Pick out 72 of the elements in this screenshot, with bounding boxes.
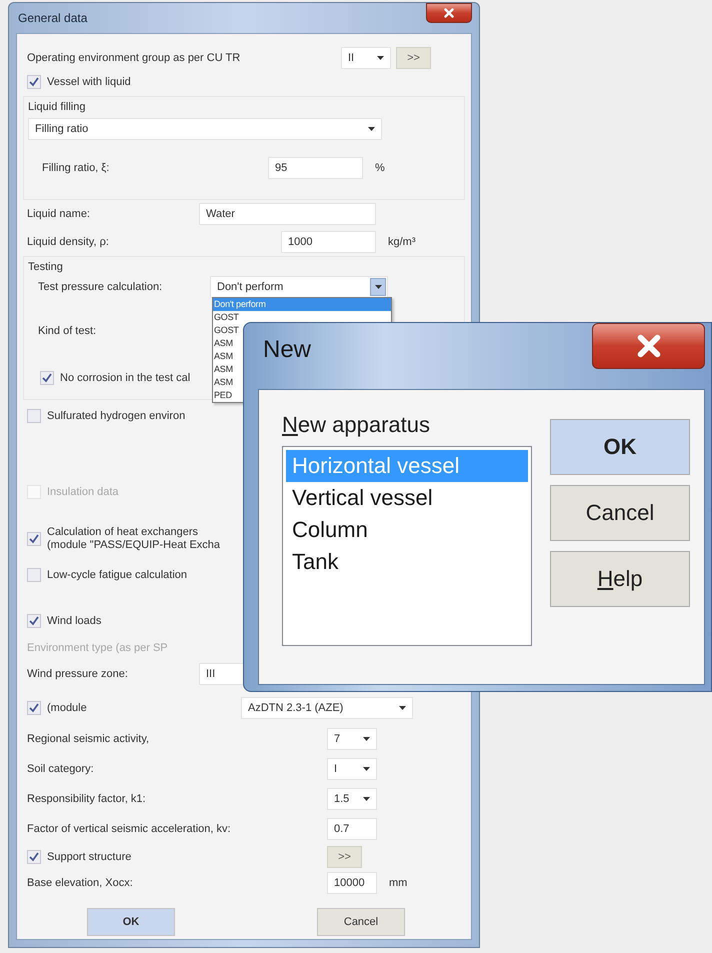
input-field[interactable]: 10000 — [327, 872, 377, 894]
dialog-button[interactable]: OK — [550, 419, 690, 475]
checkbox-label: No corrosion in the test cal — [60, 372, 190, 384]
checkbox-label: Support structure — [47, 851, 132, 863]
window-title: General data — [17, 11, 88, 25]
more-button[interactable]: >> — [327, 846, 362, 868]
value-select[interactable]: I — [327, 758, 377, 780]
dropdown-arrow-icon — [374, 285, 382, 289]
field-label: Wind pressure zone: — [27, 668, 129, 680]
checkbox[interactable] — [27, 701, 41, 715]
checkbox-label: Calculation of heat exchangers (module "PASS/EQUIP-Heat Excha — [47, 526, 220, 552]
value-select[interactable]: 7 — [327, 728, 377, 750]
window-title: New — [263, 336, 312, 364]
checkbox-label: Low-cycle fatigue calculation — [47, 569, 188, 581]
checkbox[interactable] — [27, 75, 41, 89]
close-icon — [636, 334, 660, 358]
dropdown-arrow-icon — [363, 737, 370, 741]
value-select[interactable]: 1.5 — [327, 788, 377, 810]
dropdown-arrow-icon — [363, 797, 370, 801]
dialog-button[interactable]: Cancel — [550, 485, 690, 541]
checkbox[interactable] — [27, 850, 41, 864]
unit-label: % — [375, 162, 385, 174]
field-label: Operating environment group as per CU TR — [27, 52, 242, 64]
dropdown-arrow-icon — [368, 127, 375, 131]
unit-label: mm — [389, 877, 408, 889]
list-item[interactable]: Tank — [286, 546, 528, 578]
field-label: Kind of test: — [38, 325, 96, 337]
checkbox-label: Insulation data — [47, 486, 119, 498]
more-button[interactable]: >> — [396, 47, 431, 69]
close-button[interactable] — [592, 323, 705, 369]
field-label: Regional seismic activity, — [27, 733, 150, 745]
input-field[interactable]: 95 — [268, 157, 363, 179]
list-item[interactable]: Vertical vessel — [286, 482, 528, 514]
field-label: Liquid name: — [27, 208, 91, 220]
checkbox[interactable] — [40, 371, 54, 385]
input-field[interactable]: 0.7 — [327, 818, 377, 840]
dropdown-arrow-icon — [377, 56, 384, 60]
checkbox[interactable] — [27, 532, 41, 546]
seismic-norm-select[interactable]: AzDTN 2.3-1 (AZE) — [241, 697, 413, 719]
close-button[interactable] — [426, 3, 472, 23]
checkbox-label: Vessel with liquid — [47, 76, 131, 88]
group-title: Liquid filling — [28, 100, 86, 115]
input-field[interactable]: 1000 — [281, 231, 376, 253]
checkbox-label: Sulfurated hydrogen environ — [47, 410, 186, 422]
list-label: New apparatus — [282, 412, 431, 439]
field-label: Test pressure calculation: — [38, 281, 164, 293]
field-label: Base elevation, Xocx: — [27, 877, 134, 889]
dropdown-arrow-icon — [399, 706, 406, 710]
input-field[interactable]: Water — [199, 203, 376, 225]
checkbox-label: (module — [47, 702, 88, 714]
list-item[interactable]: Column — [286, 514, 528, 546]
field-label: Factor of vertical seismic acceleration, kv: — [27, 823, 232, 835]
checkbox-label: Wind loads — [47, 615, 102, 627]
field-label: Soil category: — [27, 763, 95, 775]
test-pressure-select[interactable]: Don't perform — [210, 276, 388, 298]
dropdown-arrow-icon — [363, 767, 370, 771]
dialog-button[interactable]: Help — [550, 551, 690, 607]
checkbox[interactable] — [27, 409, 41, 423]
field-label: Filling ratio, ξ: — [41, 162, 110, 174]
field-label: Responsibility factor, k1: — [27, 793, 147, 805]
close-icon — [444, 8, 454, 18]
cancel-button[interactable]: Cancel — [317, 908, 405, 936]
checkbox[interactable] — [27, 568, 41, 582]
field-label: Environment type (as per SP — [27, 642, 168, 654]
checkbox[interactable] — [27, 614, 41, 628]
ok-button[interactable]: OK — [87, 908, 175, 936]
dropdown-option[interactable]: GOST — [213, 311, 391, 324]
group-title: Testing — [28, 260, 64, 275]
filling-mode-select[interactable]: Filling ratio — [28, 118, 382, 140]
field-label: Liquid density, ρ: — [27, 236, 110, 248]
group-select[interactable]: II — [341, 47, 391, 69]
unit-label: kg/m³ — [388, 236, 416, 248]
